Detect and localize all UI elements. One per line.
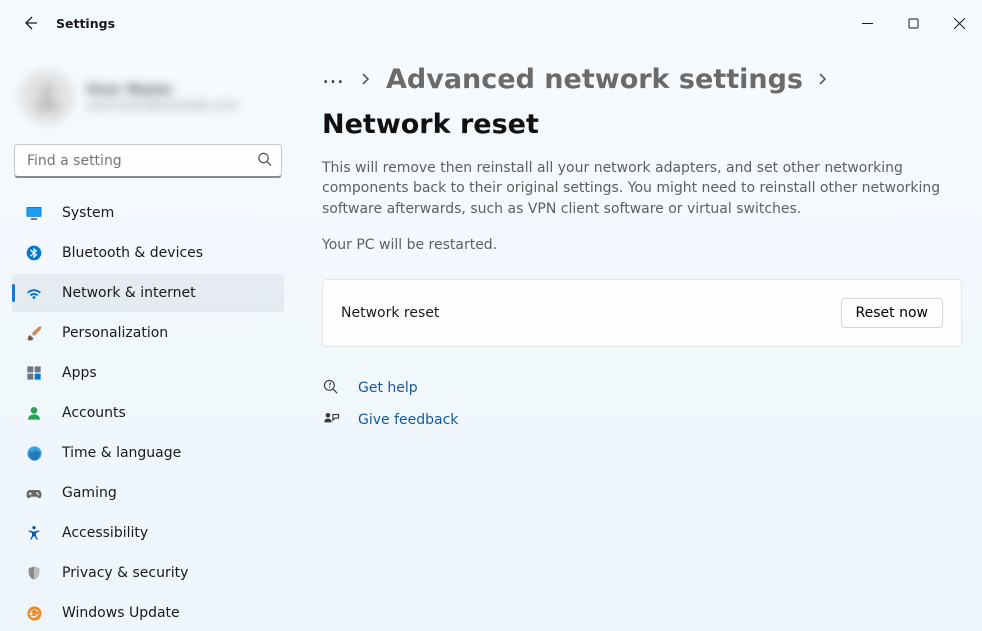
breadcrumb-more-button[interactable]: … (322, 64, 346, 95)
breadcrumb-current: Network reset (322, 109, 539, 140)
description-text: This will remove then reinstall all your… (322, 158, 962, 219)
sidebar-item-bluetooth[interactable]: Bluetooth & devices (12, 234, 284, 272)
person-icon (24, 403, 44, 423)
account-name: User Name (86, 82, 239, 98)
search-input[interactable] (14, 144, 282, 178)
window-controls (844, 7, 982, 39)
sidebar-item-label: Accessibility (62, 525, 148, 541)
account-email: username@example.com (86, 98, 239, 112)
sidebar-item-personalization[interactable]: Personalization (12, 314, 284, 352)
sidebar-item-accessibility[interactable]: Accessibility (12, 514, 284, 552)
titlebar: Settings (0, 0, 982, 46)
help-links: Get help Give feedback (322, 379, 962, 429)
restart-note: Your PC will be restarted. (322, 237, 962, 253)
shield-icon (24, 563, 44, 583)
sidebar-item-network[interactable]: Network & internet (12, 274, 284, 312)
give-feedback-link[interactable]: Give feedback (358, 412, 458, 428)
account-block[interactable]: User Name username@example.com (12, 56, 284, 142)
sidebar-item-system[interactable]: System (12, 194, 284, 232)
window-title: Settings (56, 16, 115, 31)
close-button[interactable] (936, 7, 982, 39)
sidebar-item-privacy[interactable]: Privacy & security (12, 554, 284, 592)
search-box (14, 144, 282, 178)
sidebar-item-label: Gaming (62, 485, 117, 501)
globe-clock-icon (24, 443, 44, 463)
sidebar-item-label: Windows Update (62, 605, 180, 621)
help-icon (322, 379, 340, 397)
feedback-icon (322, 411, 340, 429)
reset-now-button[interactable]: Reset now (841, 298, 943, 328)
sidebar: User Name username@example.com System Bl… (0, 46, 296, 631)
avatar (20, 70, 74, 124)
get-help-row: Get help (322, 379, 962, 397)
gamepad-icon (24, 483, 44, 503)
sidebar-item-label: Time & language (62, 445, 181, 461)
chevron-right-icon (817, 69, 829, 90)
nav-list: System Bluetooth & devices Network & int… (12, 194, 284, 631)
update-icon (24, 603, 44, 623)
paintbrush-icon (24, 323, 44, 343)
minimize-button[interactable] (844, 7, 890, 39)
search-icon (257, 152, 272, 171)
account-text: User Name username@example.com (86, 82, 239, 112)
sidebar-item-label: Network & internet (62, 285, 196, 301)
maximize-button[interactable] (890, 7, 936, 39)
breadcrumb: … Advanced network settings Network rese… (322, 64, 962, 140)
bluetooth-icon (24, 243, 44, 263)
accessibility-icon (24, 523, 44, 543)
sidebar-item-time-language[interactable]: Time & language (12, 434, 284, 472)
sidebar-item-label: Bluetooth & devices (62, 245, 203, 261)
sidebar-item-accounts[interactable]: Accounts (12, 394, 284, 432)
sidebar-item-label: System (62, 205, 114, 221)
back-button[interactable] (12, 5, 48, 41)
wifi-icon (24, 283, 44, 303)
sidebar-item-gaming[interactable]: Gaming (12, 474, 284, 512)
apps-icon (24, 363, 44, 383)
system-icon (24, 203, 44, 223)
sidebar-item-label: Privacy & security (62, 565, 188, 581)
maximize-icon (908, 18, 919, 29)
sidebar-item-label: Personalization (62, 325, 168, 341)
main-content: … Advanced network settings Network rese… (296, 46, 982, 631)
give-feedback-row: Give feedback (322, 411, 962, 429)
chevron-right-icon (360, 69, 372, 90)
network-reset-card: Network reset Reset now (322, 279, 962, 347)
sidebar-item-label: Apps (62, 365, 97, 381)
close-icon (954, 18, 965, 29)
breadcrumb-parent-link[interactable]: Advanced network settings (386, 64, 803, 95)
get-help-link[interactable]: Get help (358, 380, 418, 396)
card-label: Network reset (341, 305, 439, 321)
sidebar-item-apps[interactable]: Apps (12, 354, 284, 392)
minimize-icon (862, 18, 873, 29)
arrow-left-icon (22, 15, 38, 31)
sidebar-item-label: Accounts (62, 405, 126, 421)
sidebar-item-windows-update[interactable]: Windows Update (12, 594, 284, 631)
